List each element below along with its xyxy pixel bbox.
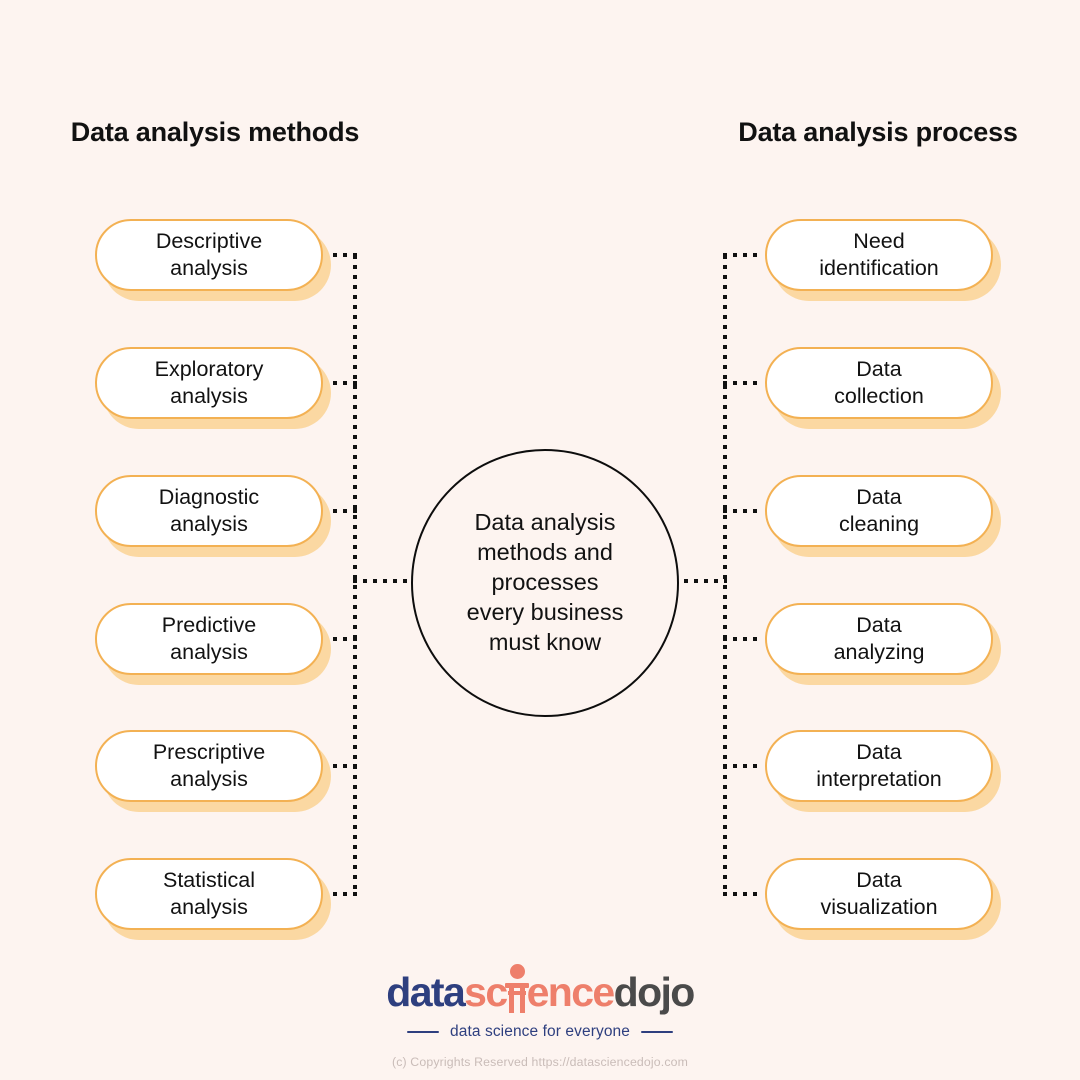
node-diagnostic-analysis[interactable]: Diagnostic analysis — [95, 475, 331, 557]
node-label: Data collection — [834, 356, 924, 408]
node-data-interpretation[interactable]: Data interpretation — [765, 730, 1001, 812]
logo-text-ence: ence — [526, 969, 616, 1015]
node-label: Data analyzing — [833, 612, 925, 664]
pill-body[interactable]: Statistical analysis — [95, 858, 323, 930]
copyright-text: (c) Copyrights Reserved https://datascie… — [391, 1055, 689, 1069]
diagram-canvas: Data analysis methods Data analysis proc… — [0, 0, 1080, 1080]
node-label: Data visualization — [820, 867, 938, 919]
logo-text-dojo: dojo — [613, 969, 696, 1015]
pill-body[interactable]: Prescriptive analysis — [95, 730, 323, 802]
logo-text-sc: sc — [464, 969, 508, 1015]
tagline-rule-right — [641, 1030, 673, 1034]
center-topic-text: Data analysis methods and processes ever… — [466, 509, 624, 655]
pill-body[interactable]: Data cleaning — [765, 475, 993, 547]
node-data-cleaning[interactable]: Data cleaning — [765, 475, 1001, 557]
node-label: Predictive analysis — [161, 612, 257, 664]
pill-body[interactable]: Descriptive analysis — [95, 219, 323, 291]
pill-body[interactable]: Data interpretation — [765, 730, 993, 802]
center-topic-circle: Data analysis methods and processes ever… — [411, 449, 679, 717]
node-statistical-analysis[interactable]: Statistical analysis — [95, 858, 331, 940]
pill-body[interactable]: Predictive analysis — [95, 603, 323, 675]
datasciencedojo-logo: datasc encedojo — [386, 964, 696, 1018]
tagline-text: data science for everyone — [450, 1023, 630, 1040]
torii-gate-icon — [504, 964, 529, 1013]
node-descriptive-analysis[interactable]: Descriptive analysis — [95, 219, 331, 301]
node-need-identification[interactable]: Need identification — [765, 219, 1001, 301]
node-predictive-analysis[interactable]: Predictive analysis — [95, 603, 331, 685]
node-label: Diagnostic analysis — [158, 484, 260, 536]
pill-body[interactable]: Diagnostic analysis — [95, 475, 323, 547]
right-column-heading: Data analysis process — [738, 117, 1018, 147]
tagline-rule-left — [407, 1030, 439, 1034]
left-column-heading: Data analysis methods — [70, 117, 360, 147]
node-label: Statistical analysis — [162, 867, 255, 919]
node-label: Need identification — [819, 228, 939, 280]
node-label: Exploratory analysis — [154, 356, 264, 408]
node-label: Data interpretation — [816, 739, 942, 791]
node-exploratory-analysis[interactable]: Exploratory analysis — [95, 347, 331, 429]
node-label: Data cleaning — [838, 484, 920, 536]
pill-body[interactable]: Exploratory analysis — [95, 347, 323, 419]
pill-body[interactable]: Data analyzing — [765, 603, 993, 675]
node-label: Prescriptive analysis — [152, 739, 266, 791]
node-prescriptive-analysis[interactable]: Prescriptive analysis — [95, 730, 331, 812]
pill-body[interactable]: Data visualization — [765, 858, 993, 930]
footer: datasc encedojo data science for everyon… — [0, 964, 1080, 1069]
node-label: Descriptive analysis — [155, 228, 263, 280]
node-data-visualization[interactable]: Data visualization — [765, 858, 1001, 940]
pill-body[interactable]: Data collection — [765, 347, 993, 419]
node-data-collection[interactable]: Data collection — [765, 347, 1001, 429]
logo-text-data: data — [386, 969, 466, 1015]
node-data-analyzing[interactable]: Data analyzing — [765, 603, 1001, 685]
pill-body[interactable]: Need identification — [765, 219, 993, 291]
logo-tagline: data science for everyone — [0, 1023, 1080, 1041]
